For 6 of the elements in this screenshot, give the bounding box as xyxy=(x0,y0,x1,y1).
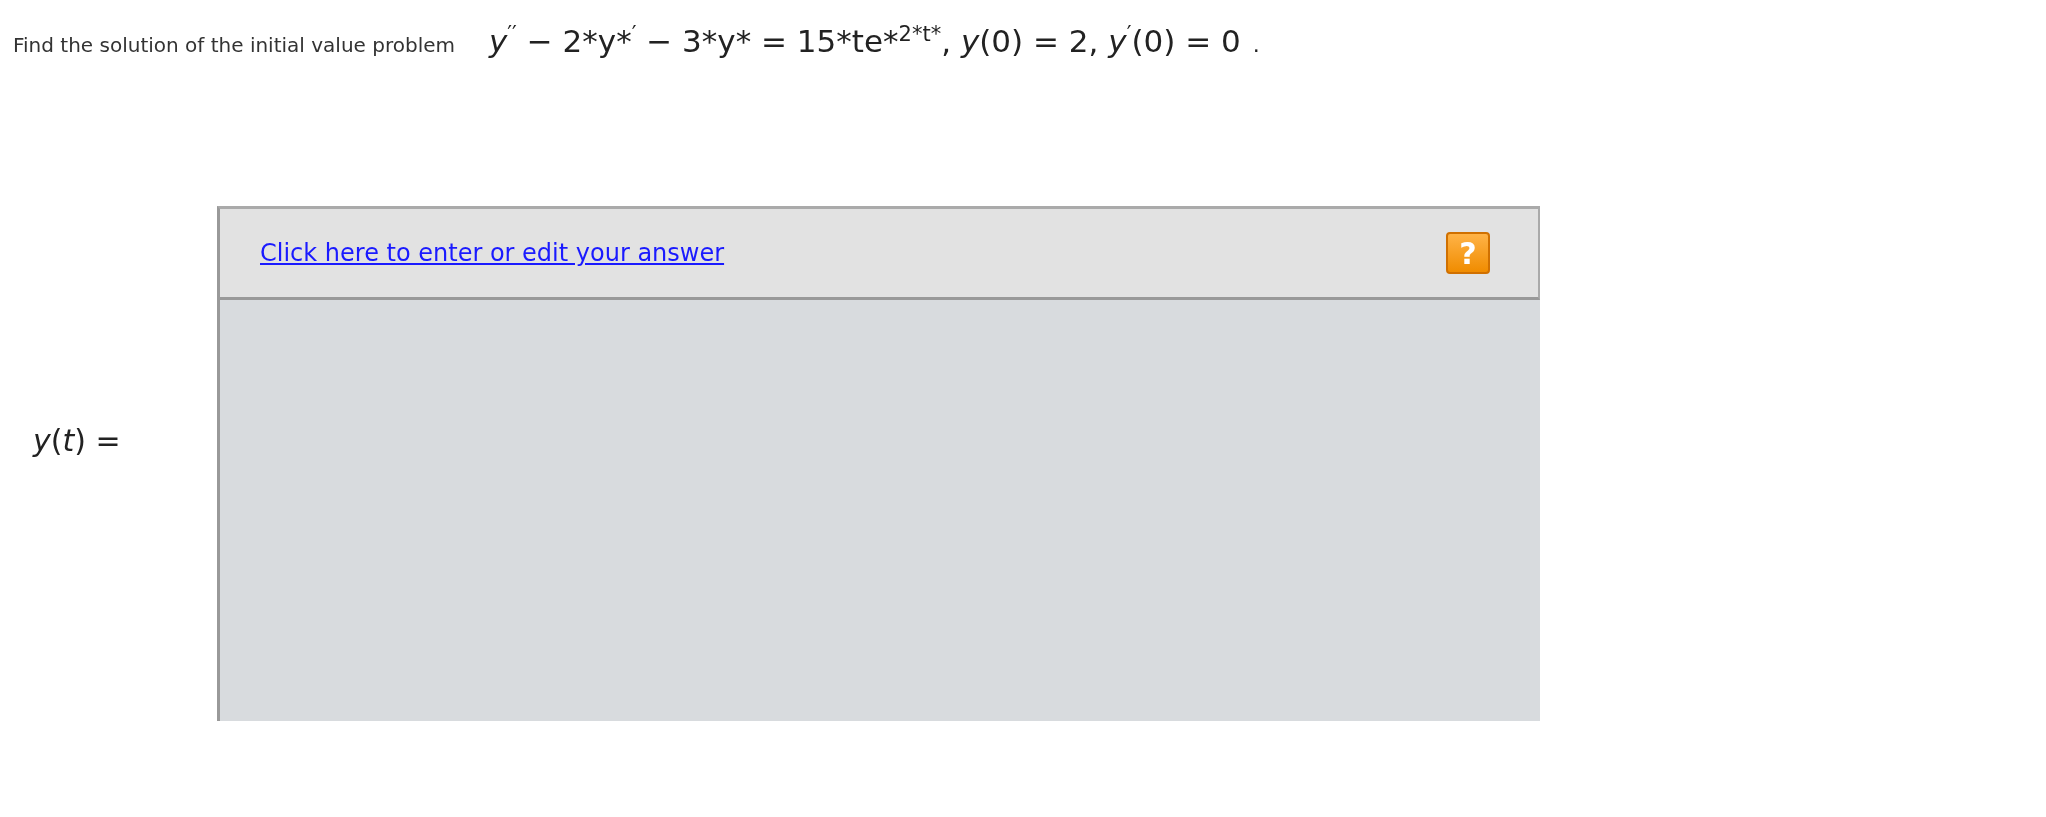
equation: y$^{′′}$ − 2*y*$^{′}$ − 3*y* = 15*te*$^{2*t*}$, y(0) = 2, y$^{′}$(0) = 0 xyxy=(489,22,1241,60)
answer-box[interactable]: Click here to enter or edit your answer ? xyxy=(217,206,1540,722)
question-text: Find the solution of the initial value problem xyxy=(13,33,455,58)
period: . xyxy=(1252,32,1260,58)
edit-answer-link[interactable]: Click here to enter or edit your answer xyxy=(260,239,725,268)
answer-label: y(t) = xyxy=(31,423,122,461)
